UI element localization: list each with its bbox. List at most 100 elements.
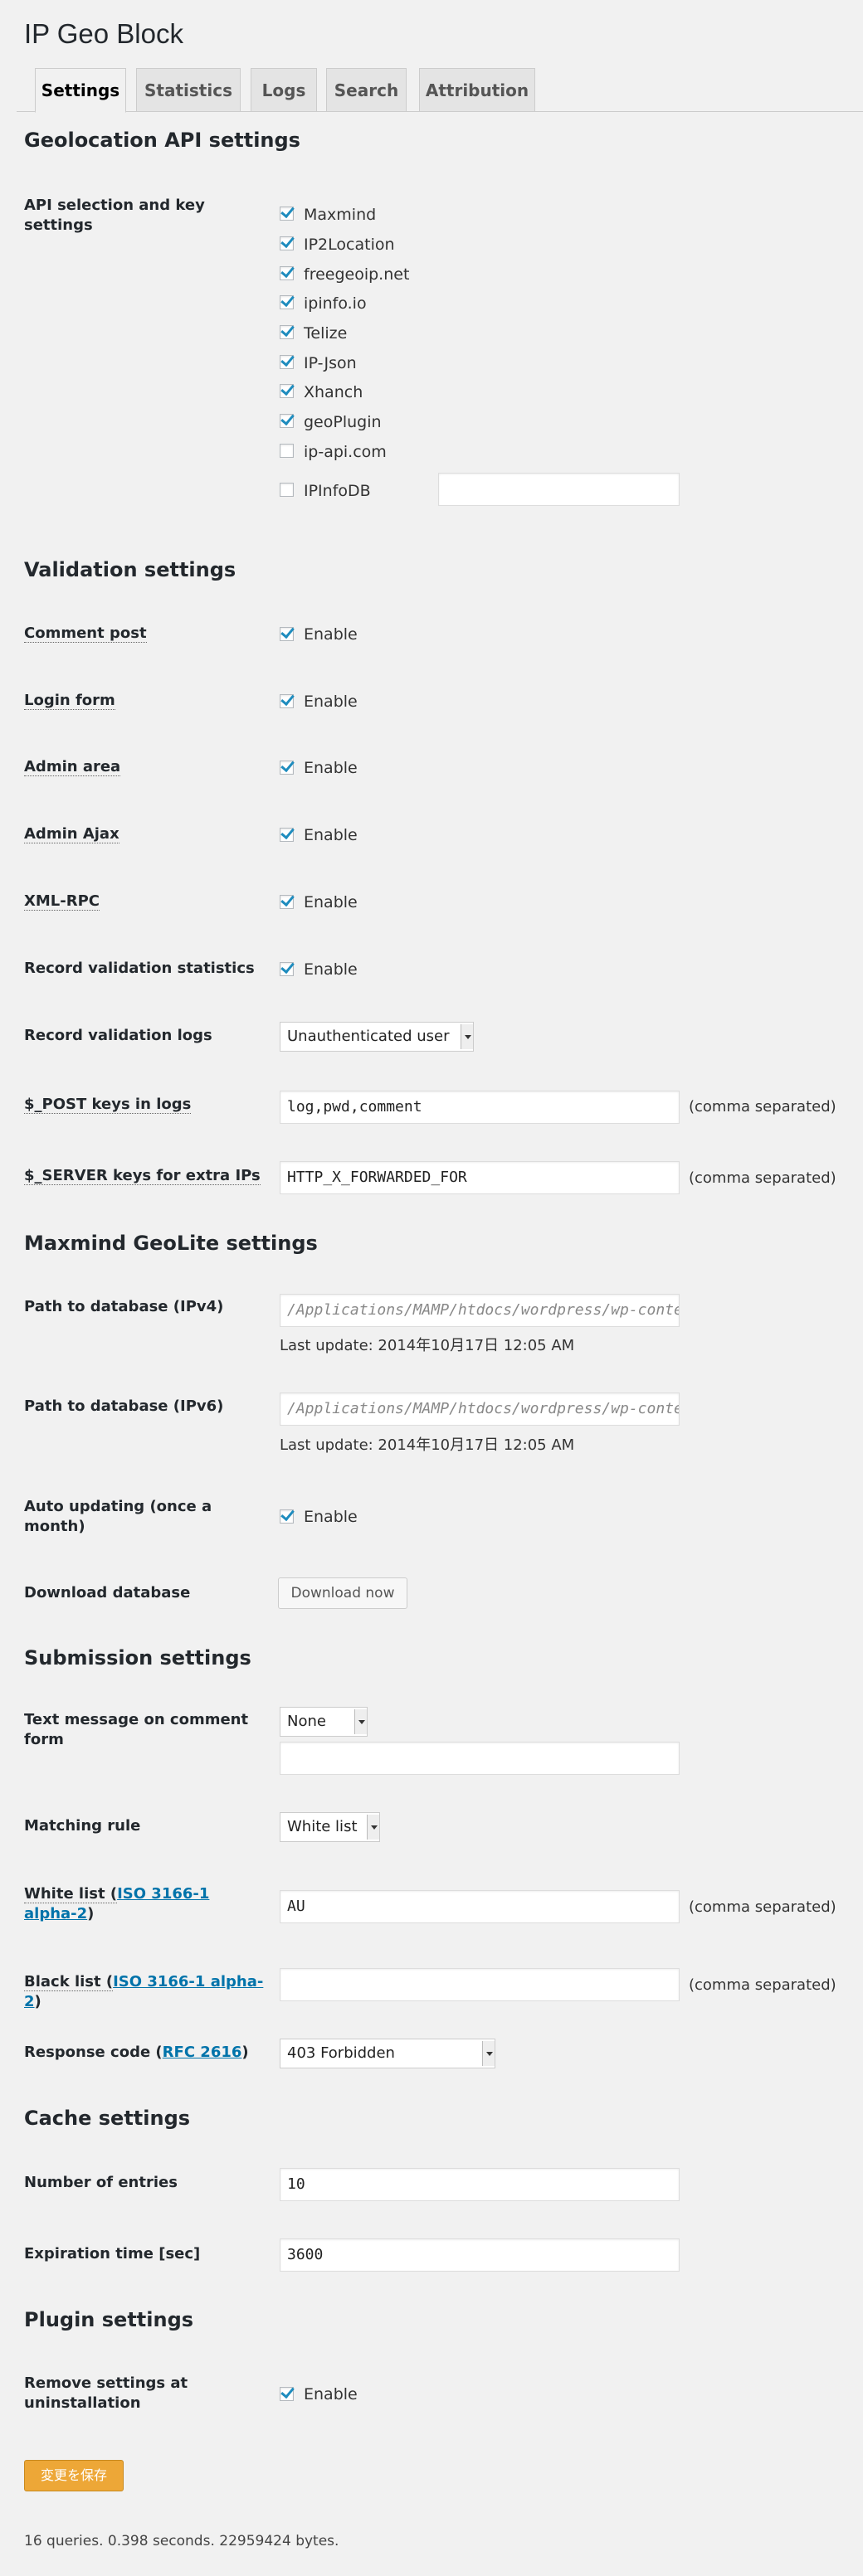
record-stats-enable: Enable	[304, 960, 358, 979]
checkbox-telize[interactable]	[280, 325, 294, 339]
login-form-label-text: Login form	[24, 692, 115, 710]
server-keys-note: (comma separated)	[689, 1169, 836, 1187]
comment-message-label-line2: form	[24, 1731, 64, 1748]
record-stats-checkbox[interactable]	[280, 962, 294, 976]
checkbox-ipinfo[interactable]	[280, 295, 294, 309]
save-changes-button[interactable]: 変更を保存	[24, 2460, 124, 2491]
response-code-label-text: Response code (	[24, 2044, 163, 2061]
response-code-label: Response code (RFC 2616)	[24, 2043, 265, 2063]
matching-rule-select-value: White list	[287, 1818, 358, 1835]
ipv4-path-label: Path to database (IPv4)	[24, 1298, 224, 1315]
tab-search[interactable]: Search	[326, 68, 407, 111]
remove-settings-label: Remove settings at uninstallation	[24, 2374, 265, 2413]
footer-stats: 16 queries. 0.398 seconds. 22959424 byte…	[24, 2533, 339, 2549]
remove-settings-checkbox[interactable]	[280, 2387, 294, 2401]
remove-settings-enable: Enable	[304, 2385, 358, 2403]
white-list-label-text: White list (	[24, 1885, 118, 1903]
section-title-cache: Cache settings	[24, 2107, 191, 2130]
xml-rpc-checkbox[interactable]	[280, 895, 294, 909]
tab-logs[interactable]: Logs	[251, 68, 317, 111]
label-telize: Telize	[304, 324, 348, 343]
cache-entries-input[interactable]: 10	[280, 2168, 680, 2201]
record-stats-label: Record validation statistics	[24, 960, 255, 977]
download-now-button[interactable]: Download now	[278, 1577, 407, 1609]
section-title-geolocation: Geolocation API settings	[24, 129, 300, 152]
checkbox-ip2location[interactable]	[280, 236, 294, 250]
black-list-input[interactable]	[280, 1968, 680, 2001]
auto-update-enable: Enable	[304, 1508, 358, 1526]
auto-update-label-line1: Auto updating (once a	[24, 1498, 212, 1515]
section-title-validation: Validation settings	[24, 558, 236, 581]
comment-message-label-line1: Text message on comment	[24, 1711, 249, 1728]
ipv6-path-input[interactable]: /Applications/MAMP/htdocs/wordpress/wp-c…	[280, 1392, 680, 1426]
page-title: IP Geo Block	[24, 18, 183, 49]
white-list-label: White list (ISO 3166-1 alpha-2)	[24, 1884, 265, 1924]
xml-rpc-label-text: XML-RPC	[24, 892, 100, 911]
label-ip-json: IP-Json	[304, 354, 357, 372]
server-keys-input[interactable]: HTTP_X_FORWARDED_FOR	[280, 1161, 680, 1194]
ipv6-path-label: Path to database (IPv6)	[24, 1397, 224, 1415]
rfc-2616-link[interactable]: RFC 2616	[163, 2044, 242, 2061]
auto-update-checkbox[interactable]	[280, 1509, 294, 1524]
checkbox-ipinfodb[interactable]	[280, 483, 294, 497]
ipinfodb-key-input[interactable]	[438, 473, 680, 506]
comment-post-label-text: Comment post	[24, 625, 147, 643]
chevron-down-icon	[482, 2041, 495, 2066]
checkbox-ip-api[interactable]	[280, 444, 294, 458]
chevron-down-icon	[354, 1709, 367, 1734]
tab-statistics[interactable]: Statistics	[136, 68, 241, 111]
tab-attribution[interactable]: Attribution	[419, 68, 535, 111]
response-code-select[interactable]: 403 Forbidden	[280, 2039, 495, 2068]
white-list-iso-link[interactable]: ISO 3166-1	[117, 1885, 209, 1903]
label-ip-api: ip-api.com	[304, 443, 387, 461]
record-logs-select-value: Unauthenticated user	[287, 1028, 450, 1045]
black-list-label-close: )	[34, 1993, 41, 2010]
record-logs-select[interactable]: Unauthenticated user	[280, 1022, 474, 1052]
tab-settings[interactable]: Settings	[35, 68, 126, 113]
admin-ajax-checkbox[interactable]	[280, 828, 294, 842]
expiration-label: Expiration time [sec]	[24, 2245, 201, 2263]
label-xhanch: Xhanch	[304, 383, 363, 401]
black-list-label: Black list (ISO 3166-1 alpha-2)	[24, 1972, 265, 2012]
checkbox-freegeoip[interactable]	[280, 266, 294, 280]
admin-ajax-label-text: Admin Ajax	[24, 825, 119, 843]
comment-message-input[interactable]	[280, 1742, 680, 1775]
black-list-note: (comma separated)	[689, 1976, 836, 1994]
post-keys-input[interactable]: log,pwd,comment	[280, 1091, 680, 1124]
black-list-label-text: Black list (	[24, 1973, 114, 1991]
expiration-input[interactable]: 3600	[280, 2238, 680, 2272]
admin-ajax-enable: Enable	[304, 826, 358, 844]
section-title-submission: Submission settings	[24, 1646, 251, 1670]
admin-area-label: Admin area	[24, 757, 265, 777]
ipv4-path-input[interactable]: /Applications/MAMP/htdocs/wordpress/wp-c…	[280, 1294, 680, 1327]
admin-area-checkbox[interactable]	[280, 761, 294, 775]
checkbox-geoplugin[interactable]	[280, 414, 294, 428]
white-list-input[interactable]: AU	[280, 1890, 680, 1923]
ipv6-last-update: Last update: 2014年10月17日 12:05 AM	[280, 1436, 575, 1454]
label-ipinfodb: IPInfoDB	[304, 482, 371, 500]
comment-message-select[interactable]: None	[280, 1707, 368, 1737]
checkbox-xhanch[interactable]	[280, 384, 294, 398]
comment-post-label: Comment post	[24, 624, 265, 644]
section-title-plugin: Plugin settings	[24, 2308, 194, 2331]
response-code-select-value: 403 Forbidden	[287, 2044, 395, 2062]
response-code-label-close: )	[241, 2044, 249, 2061]
white-list-label-close: )	[87, 1905, 95, 1922]
chevron-down-icon	[367, 1815, 379, 1840]
admin-ajax-label: Admin Ajax	[24, 824, 265, 844]
checkbox-ip-json[interactable]	[280, 355, 294, 369]
comment-post-checkbox[interactable]	[280, 627, 294, 641]
record-logs-label: Record validation logs	[24, 1027, 212, 1044]
label-ip2location: IP2Location	[304, 236, 395, 254]
server-keys-label-text: $_SERVER keys for extra IPs	[24, 1167, 261, 1185]
white-list-iso-link-2[interactable]: alpha-2	[24, 1905, 87, 1922]
server-keys-label: $_SERVER keys for extra IPs	[24, 1166, 265, 1186]
post-keys-label: $_POST keys in logs	[24, 1095, 265, 1115]
comment-message-select-value: None	[287, 1713, 326, 1730]
label-ipinfo: ipinfo.io	[304, 294, 367, 313]
login-form-checkbox[interactable]	[280, 694, 294, 708]
post-keys-label-text: $_POST keys in logs	[24, 1096, 192, 1114]
remove-settings-label-line1: Remove settings at	[24, 2374, 188, 2392]
matching-rule-select[interactable]: White list	[280, 1812, 380, 1842]
checkbox-maxmind[interactable]	[280, 207, 294, 221]
